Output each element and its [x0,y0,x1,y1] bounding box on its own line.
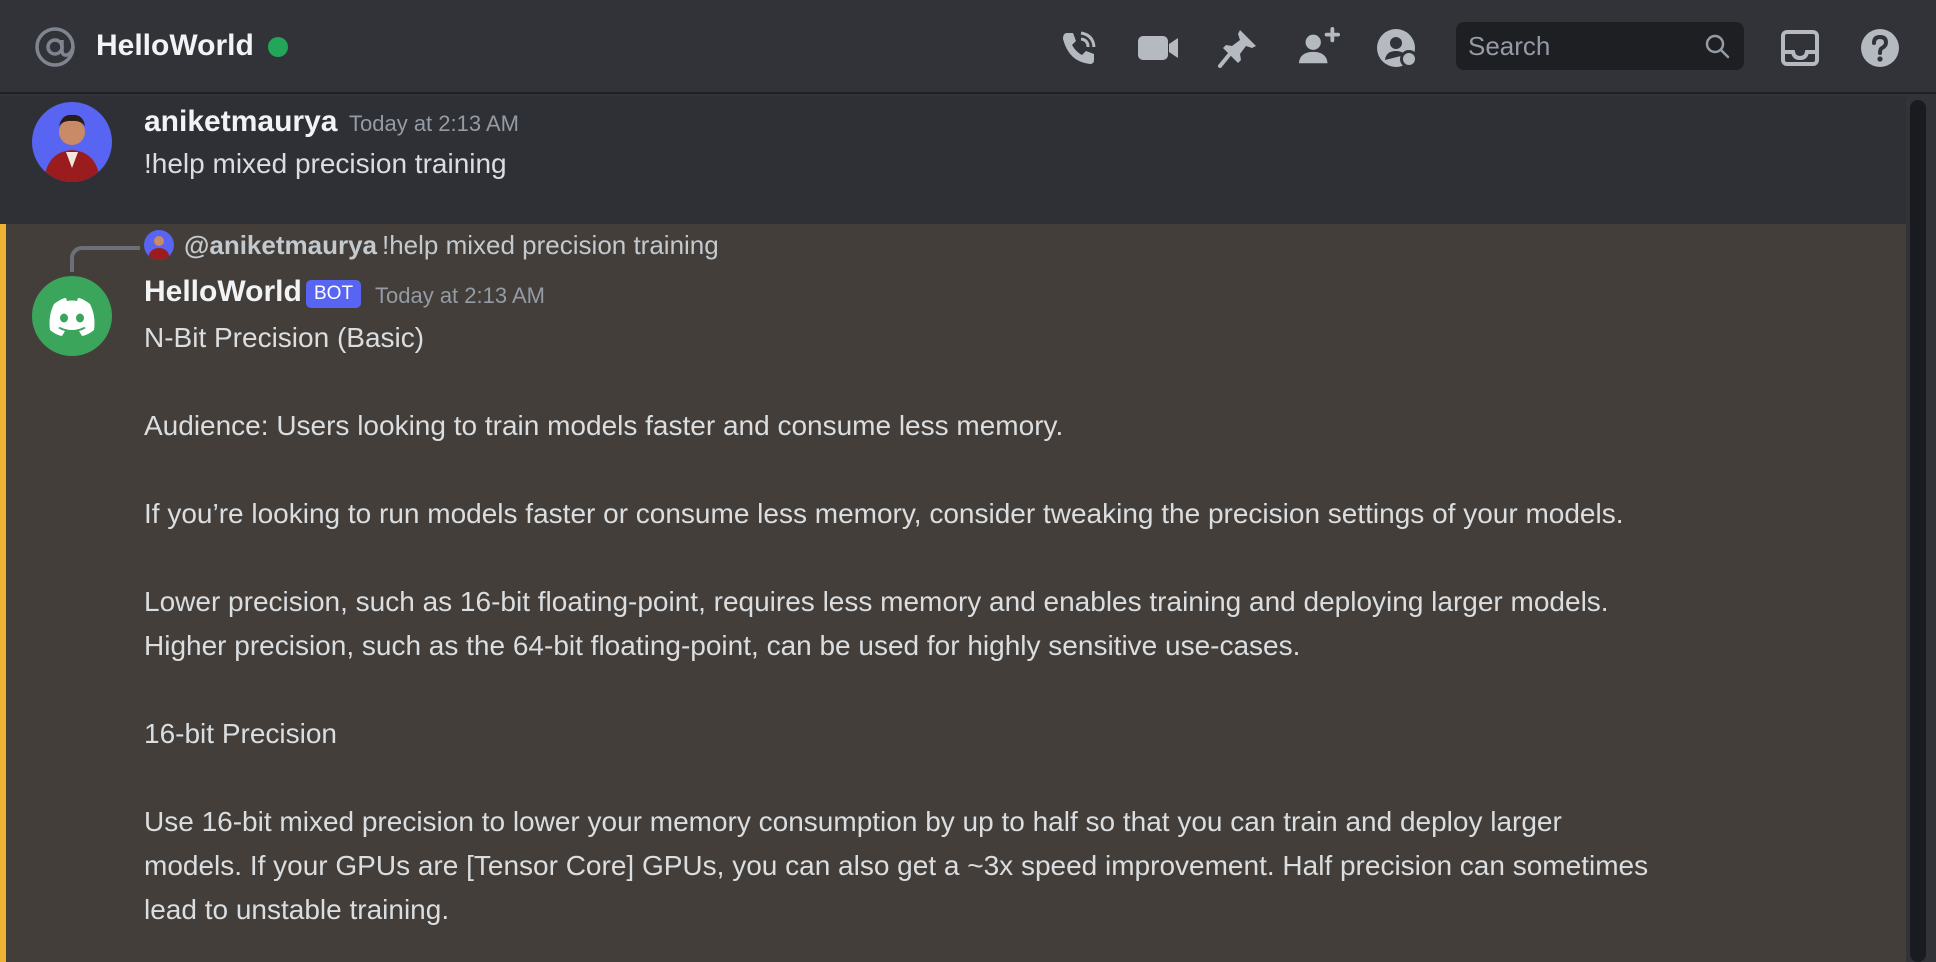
reply-avatar [144,230,174,260]
inbox-icon [1781,30,1819,66]
call-icon [1063,31,1096,64]
search-icon [1705,34,1730,59]
message-timestamp: Today at 2:13 AM [375,283,545,308]
pinned-messages-button[interactable] [1216,26,1260,70]
message-author[interactable]: HelloWorld [144,274,302,310]
help-icon [1861,29,1899,67]
reply-spine [70,246,140,272]
message-line: lead to unstable training. [144,894,450,925]
message-line: 16-bit Precision [144,718,337,749]
reply-preview-text[interactable]: !help mixed precision training [382,228,719,262]
discord-logo-icon [32,276,112,356]
user-profile-icon [1377,29,1418,68]
channel-header: HelloWorld [0,0,1936,94]
user-avatar-image [32,102,112,182]
bot-avatar[interactable] [32,276,112,356]
start-voice-call-button[interactable] [1056,26,1100,70]
message-line: Lower precision, such as 16-bit floating… [144,586,1609,617]
message-item: aniketmaurya Today at 2:13 AM !help mixe… [0,96,1906,224]
reply-avatar-image [144,230,174,260]
add-friends-to-dm-button[interactable] [1296,26,1340,70]
channel-title: HelloWorld [96,29,254,62]
message-scrollbar[interactable] [1910,100,1926,962]
at-icon [35,27,75,67]
scrollbar-thumb[interactable] [1910,100,1926,962]
pin-icon [1218,30,1256,68]
inbox-button[interactable] [1778,26,1822,70]
message-line: If you’re looking to run models faster o… [144,498,1624,529]
search-input[interactable] [1466,22,1686,70]
hide-user-profile-button[interactable] [1376,26,1420,70]
message-line: Higher precision, such as the 64-bit flo… [144,630,1301,661]
bot-badge: BOT [306,280,362,308]
avatar[interactable] [32,102,112,182]
online-status-indicator [268,37,288,57]
message-content: !help mixed precision training [144,148,507,179]
help-button[interactable] [1858,26,1902,70]
message-item-highlighted: @aniketmaurya !help mixed precision trai… [0,224,1906,962]
message-timestamp: Today at 2:13 AM [349,111,519,136]
mention-highlight-bar [0,224,6,962]
message-line: N-Bit Precision (Basic) [144,322,425,353]
add-member-icon [1298,26,1340,64]
reply-author[interactable]: @aniketmaurya [184,228,377,262]
search-box[interactable] [1456,22,1744,70]
video-icon [1138,36,1178,60]
start-video-call-button[interactable] [1136,26,1180,70]
message-line: models. If your GPUs are [Tensor Core] G… [144,850,1649,881]
message-author[interactable]: aniketmaurya [144,104,337,140]
message-line: Use 16-bit mixed precision to lower your… [144,806,1562,837]
message-line: Audience: Users looking to train models … [144,410,1064,441]
